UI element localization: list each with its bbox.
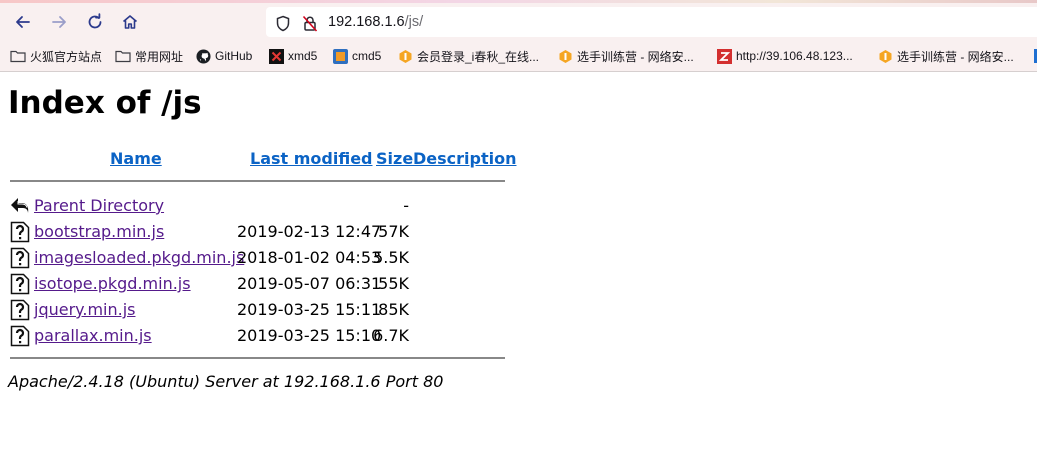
header-divider	[10, 180, 505, 182]
file-size: 5.5K	[373, 248, 409, 267]
bookmarks-toolbar: 火狐官方站点 常用网址 GitHub xmd5 cmd5 会员登录_i春秋_在线…	[0, 41, 1037, 72]
bookmark-training-camp-1[interactable]: 选手训练营 - 网络安...	[557, 47, 694, 65]
bookmark-training-camp-2[interactable]: 选手训练营 - 网络安...	[877, 47, 1014, 65]
table-row: jquery.min.js 2019-03-25 15:11 85K	[10, 298, 510, 322]
back-arrow-icon	[11, 198, 29, 213]
bookmark-folder-firefox[interactable]: 火狐官方站点	[10, 47, 102, 65]
page-title: Index of /js	[8, 85, 202, 121]
back-arrow-icon	[16, 16, 30, 28]
unknown-file-icon	[10, 247, 30, 269]
unknown-file-icon	[10, 273, 30, 295]
bookmark-label: xmd5	[288, 49, 318, 63]
bookmark-label: 选手训练营 - 网络安...	[897, 49, 1014, 64]
bookmark-label: 常用网址	[135, 49, 184, 64]
folder-icon	[115, 48, 131, 64]
file-date: 2018-01-02 04:53	[237, 248, 382, 267]
ichunqiu-icon	[397, 48, 413, 64]
column-header-last-modified[interactable]: Last modified	[250, 149, 373, 169]
footer-divider	[10, 357, 505, 359]
url-path: /js/	[404, 14, 424, 30]
reload-button[interactable]	[81, 8, 109, 36]
unknown-file-icon	[10, 221, 30, 243]
table-row: Parent Directory -	[10, 194, 510, 218]
bookmark-folder-common[interactable]: 常用网址	[115, 47, 183, 65]
bookmark-ip-address[interactable]: http://39.106.48.123...	[716, 47, 853, 65]
cmd5-icon	[332, 48, 348, 64]
ichunqiu-icon	[877, 48, 893, 64]
file-size: 85K	[378, 300, 409, 319]
file-date: 2019-05-07 06:31	[237, 274, 382, 293]
home-button[interactable]	[116, 8, 144, 36]
bookmark-label: 会员登录_i春秋_在线...	[417, 49, 540, 64]
file-date: 2019-03-25 15:10	[237, 326, 382, 345]
insecure-lock-icon[interactable]	[301, 14, 319, 32]
table-row: parallax.min.js 2019-03-25 15:10 6.7K	[10, 324, 510, 348]
url-text[interactable]: 192.168.1.6/js/	[328, 13, 423, 31]
home-icon	[122, 15, 138, 29]
tracking-protection-shield-icon[interactable]	[274, 14, 292, 32]
back-button[interactable]	[9, 8, 37, 36]
server-signature: Apache/2.4.18 (Ubuntu) Server at 192.168…	[8, 372, 444, 391]
navigation-toolbar: 192.168.1.6/js/	[0, 3, 1037, 41]
bookmark-label: http://39.106.48.123...	[736, 49, 853, 63]
bookmark-cmd5[interactable]: cmd5	[332, 47, 381, 65]
folder-icon	[10, 48, 26, 64]
column-header-size[interactable]: Size	[376, 149, 413, 169]
bookmark-label: cmd5	[352, 49, 382, 63]
file-date: 2019-03-25 15:11	[237, 300, 382, 319]
table-row: isotope.pkgd.min.js 2019-05-07 06:31 55K	[10, 272, 510, 296]
table-row: bootstrap.min.js 2019-02-13 12:47 57K	[10, 220, 510, 244]
directory-listing-page: Index of /js Name Last modified Size Des…	[0, 72, 1037, 451]
file-link[interactable]: imagesloaded.pkgd.min.js	[34, 248, 244, 268]
file-size: 55K	[378, 274, 409, 293]
z-icon	[716, 48, 732, 64]
reload-icon	[88, 13, 102, 29]
url-host: 192.168.1.6	[328, 14, 405, 30]
bookmark-github[interactable]: GitHub	[195, 47, 252, 65]
file-size: 57K	[378, 222, 409, 241]
bookmark-label: 选手训练营 - 网络安...	[577, 49, 694, 64]
file-date: 2019-02-13 12:47	[237, 222, 382, 241]
file-link[interactable]: bootstrap.min.js	[34, 222, 164, 242]
parent-directory-link[interactable]: Parent Directory	[34, 196, 164, 216]
file-size: 6.7K	[373, 326, 409, 345]
bookmark-label: 火狐官方站点	[30, 49, 103, 64]
xmd5-icon	[268, 48, 284, 64]
ichunqiu-icon	[557, 48, 573, 64]
column-header-description[interactable]: Description	[413, 149, 516, 169]
github-icon	[195, 48, 211, 64]
table-row: imagesloaded.pkgd.min.js 2018-01-02 04:5…	[10, 246, 510, 270]
address-bar[interactable]: 192.168.1.6/js/	[266, 7, 1037, 37]
file-link[interactable]: jquery.min.js	[34, 300, 135, 320]
forward-arrow-icon	[52, 16, 66, 28]
column-header-name[interactable]: Name	[110, 149, 162, 169]
file-link[interactable]: isotope.pkgd.min.js	[34, 274, 191, 294]
file-size: -	[403, 196, 409, 215]
unknown-file-icon	[10, 299, 30, 321]
bookmark-ichunqiu-login[interactable]: 会员登录_i春秋_在线...	[397, 47, 539, 65]
file-link[interactable]: parallax.min.js	[34, 326, 152, 346]
unknown-file-icon	[10, 325, 30, 347]
forward-button[interactable]	[45, 8, 73, 36]
bookmark-label: GitHub	[215, 49, 253, 63]
bookmark-xmd5[interactable]: xmd5	[268, 47, 317, 65]
